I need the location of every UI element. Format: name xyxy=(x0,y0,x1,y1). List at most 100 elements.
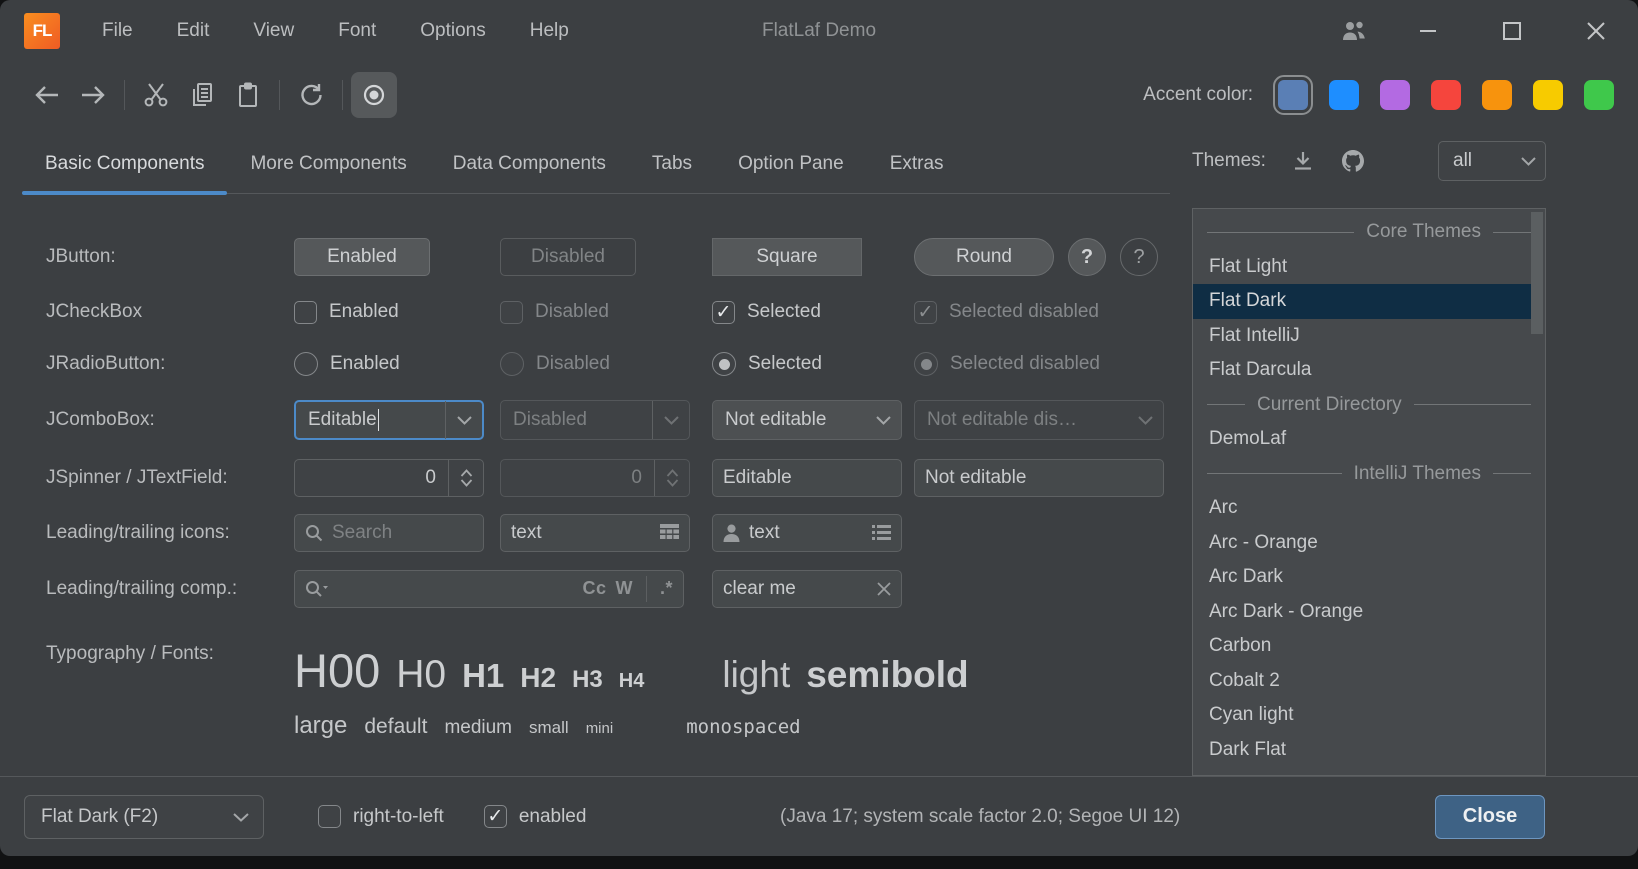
chevron-down-icon[interactable] xyxy=(219,812,263,822)
close-button[interactable]: Close xyxy=(1435,795,1545,839)
theme-item-flat-light[interactable]: Flat Light xyxy=(1193,250,1545,285)
theme-item-cyan-light[interactable]: Cyan light xyxy=(1193,698,1545,733)
menu-font[interactable]: Font xyxy=(338,20,376,42)
show-hidden-eye-toggle[interactable] xyxy=(351,72,397,118)
search-with-options-input[interactable]: Cc W .* xyxy=(294,570,684,608)
theme-item-demolaf[interactable]: DemoLaf xyxy=(1193,422,1545,457)
theme-item-flat-intellij[interactable]: Flat IntelliJ xyxy=(1193,319,1545,354)
checkbox-selected[interactable]: ✓ Selected xyxy=(712,301,914,324)
themes-list[interactable]: Core Themes Flat Light Flat Dark Flat In… xyxy=(1192,208,1546,776)
scrollbar-thumb[interactable] xyxy=(1531,212,1543,334)
textfield-editable[interactable]: Editable xyxy=(712,459,902,497)
users-icon[interactable] xyxy=(1322,0,1386,62)
chevron-down-icon xyxy=(653,415,689,425)
chevron-down-icon xyxy=(1127,415,1163,425)
download-icon[interactable] xyxy=(1292,150,1314,172)
checkbox-disabled: Disabled xyxy=(500,301,712,324)
checkbox-box[interactable] xyxy=(294,301,317,324)
menu-edit[interactable]: Edit xyxy=(177,20,210,42)
search-input[interactable]: Search xyxy=(294,514,484,552)
checkbox-box-checked[interactable]: ✓ xyxy=(484,805,507,828)
theme-item-dark-flat[interactable]: Dark Flat xyxy=(1193,733,1545,768)
theme-item-flat-dark[interactable]: Flat Dark xyxy=(1193,284,1531,319)
tab-bar: Basic Components More Components Data Co… xyxy=(22,128,1170,194)
medium-sample: medium xyxy=(444,717,512,739)
radio-circle[interactable] xyxy=(294,352,318,376)
accent-swatch-purple[interactable] xyxy=(1380,80,1410,110)
forward-icon[interactable] xyxy=(70,72,116,118)
regex-button[interactable]: .* xyxy=(660,578,673,599)
list-icon[interactable] xyxy=(872,525,891,540)
theme-item-carbon[interactable]: Carbon xyxy=(1193,629,1545,664)
checkbox-selected-disabled: ✓ Selected disabled xyxy=(914,301,1170,324)
tab-tabs[interactable]: Tabs xyxy=(629,153,715,193)
radio-enabled[interactable]: Enabled xyxy=(294,352,500,376)
checkbox-box[interactable] xyxy=(318,805,341,828)
menu-view[interactable]: View xyxy=(253,20,294,42)
enabled-button[interactable]: Enabled xyxy=(294,238,430,276)
theme-item-arc-dark-orange[interactable]: Arc Dark - Orange xyxy=(1193,595,1545,630)
tab-more-components[interactable]: More Components xyxy=(227,153,429,193)
maximize-button[interactable] xyxy=(1470,0,1554,62)
radio-circle-selected[interactable] xyxy=(712,352,736,376)
theme-item-arc-orange[interactable]: Arc - Orange xyxy=(1193,526,1545,561)
tab-basic-components[interactable]: Basic Components xyxy=(22,153,227,193)
help-button[interactable]: ? xyxy=(1068,238,1106,276)
textfield-not-editable: Not editable xyxy=(914,459,1164,497)
paste-icon[interactable] xyxy=(225,72,271,118)
h00-sample: H00 xyxy=(294,643,380,698)
accent-swatch-default[interactable] xyxy=(1278,80,1308,110)
clearable-input[interactable]: clear me xyxy=(712,570,902,608)
chevron-down-icon[interactable] xyxy=(865,415,901,425)
checkbox-box-checked[interactable]: ✓ xyxy=(712,301,735,324)
table-icon[interactable] xyxy=(660,524,679,541)
round-button[interactable]: Round xyxy=(914,238,1054,276)
clear-x-icon[interactable] xyxy=(877,582,891,596)
match-case-button[interactable]: Cc xyxy=(582,578,606,599)
right-to-left-checkbox[interactable]: right-to-left xyxy=(318,805,444,828)
system-info-text: (Java 17; system scale factor 2.0; Segoe… xyxy=(780,806,1180,828)
copy-icon[interactable] xyxy=(179,72,225,118)
tab-option-pane[interactable]: Option Pane xyxy=(715,153,867,193)
combobox-not-editable[interactable]: Not editable xyxy=(712,400,902,440)
theme-item-arc[interactable]: Arc xyxy=(1193,491,1545,526)
checkbox-enabled[interactable]: Enabled xyxy=(294,301,500,324)
search-dropdown-icon[interactable] xyxy=(305,580,329,598)
text-field-table[interactable]: text xyxy=(500,514,690,552)
menu-options[interactable]: Options xyxy=(420,20,485,42)
chevron-down-icon[interactable] xyxy=(1511,156,1545,166)
theme-item-flat-darcula[interactable]: Flat Darcula xyxy=(1193,353,1545,388)
close-window-button[interactable] xyxy=(1554,0,1638,62)
minimize-button[interactable] xyxy=(1386,0,1470,62)
cut-icon[interactable] xyxy=(133,72,179,118)
refresh-icon[interactable] xyxy=(288,72,334,118)
radio-disabled: Disabled xyxy=(500,352,712,376)
combobox-editable[interactable]: Editable xyxy=(294,400,484,440)
chevron-down-icon[interactable] xyxy=(446,415,482,425)
text-field-user-list[interactable]: text xyxy=(712,514,902,552)
radio-selected[interactable]: Selected xyxy=(712,352,914,376)
whole-word-button[interactable]: W xyxy=(615,578,633,599)
accent-swatch-blue[interactable] xyxy=(1329,80,1359,110)
theme-item-arc-dark[interactable]: Arc Dark xyxy=(1193,560,1545,595)
laf-selector-combobox[interactable]: Flat Dark (F2) xyxy=(24,795,264,839)
github-icon[interactable] xyxy=(1340,148,1366,174)
square-button[interactable]: Square xyxy=(712,238,862,276)
help-button-plain[interactable]: ? xyxy=(1120,238,1158,276)
menu-help[interactable]: Help xyxy=(530,20,569,42)
accent-swatch-red[interactable] xyxy=(1431,80,1461,110)
accent-swatch-orange[interactable] xyxy=(1482,80,1512,110)
spinner-enabled[interactable]: 0 xyxy=(294,459,484,497)
enabled-checkbox[interactable]: ✓ enabled xyxy=(484,805,587,828)
accent-swatch-yellow[interactable] xyxy=(1533,80,1563,110)
accent-swatch-green[interactable] xyxy=(1584,80,1614,110)
themes-separator: Core Themes xyxy=(1193,215,1545,250)
tab-extras[interactable]: Extras xyxy=(867,153,967,193)
themes-filter-combobox[interactable]: all xyxy=(1438,141,1546,181)
menu-file[interactable]: File xyxy=(102,20,133,42)
back-icon[interactable] xyxy=(24,72,70,118)
theme-item-cobalt-2[interactable]: Cobalt 2 xyxy=(1193,664,1545,699)
scrollbar[interactable] xyxy=(1530,210,1544,774)
spinner-updown-icon[interactable] xyxy=(449,469,483,487)
tab-data-components[interactable]: Data Components xyxy=(430,153,629,193)
